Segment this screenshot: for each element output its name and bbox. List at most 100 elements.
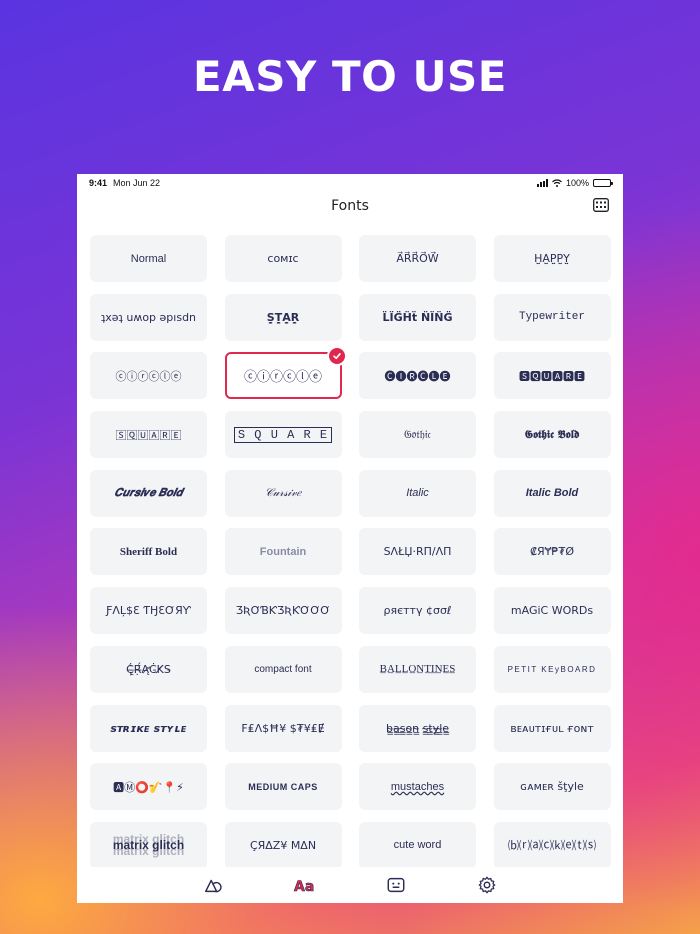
font-label: ⓒⓘⓡⓒⓛⓔ [115,369,182,383]
font-tile-circle-filled[interactable]: 🅒🅘🅡🅒🅛🅔 [359,352,476,400]
font-tile-saturn[interactable]: SΛŁЏ·RΠ/ΛΠ [359,528,476,576]
font-tile-brackets[interactable]: ⒝⒭⒜⒞⒦⒠⒯⒮ [493,821,611,869]
font-label: 🆂🆀🆄🅰🆁🅴 [519,369,585,383]
font-tile-cute-word[interactable]: cute word [359,821,476,869]
font-tile-italic[interactable]: Italic [359,469,476,517]
status-bar: 9:41 Mon Jun 22 100% [77,174,623,192]
svg-text:Aa: Aa [294,879,314,895]
font-tile-normal[interactable]: Normal [90,235,207,282]
font-tile-lightning[interactable]: L̈ÏG̈Ḧẗ N̈ÏN̈G̈ [359,293,476,341]
font-tile-flashy-style[interactable]: F₤Λ$Ħ¥ $₮¥₤Ɇ [224,704,342,752]
font-tile-star[interactable]: S̤̣T̤̣A̤̣R̤̣ [224,293,342,341]
tab-bar: Aa [77,867,623,903]
font-label: compact font [254,663,312,675]
font-tile-medium-caps[interactable]: MEDIUM CAPS [224,763,342,811]
font-tile-compact-font[interactable]: compact font [224,645,342,693]
font-label: ƷƦƠƁƘƷƦƘƠƠƠ [235,604,331,618]
font-tile-broken-wavy[interactable]: ƷƦƠƁƘƷƦƘƠƠƠ [224,587,342,635]
font-tile-square-outline-small[interactable]: 🅂🅀🅄🄰🅁🄴 [90,411,207,459]
font-label: ⒝⒭⒜⒞⒦⒠⒯⒮ [508,839,596,853]
font-tile-arrow[interactable]: A⃗R⃗R⃗O⃗W⃗ [359,235,476,282]
font-tile-gothic[interactable]: 𝔊𝔬𝔱𝔥𝔦𝔠 [359,411,476,459]
font-tile-crazy-man[interactable]: ÇЯΔZ¥ MΔN [224,821,342,869]
font-label: B̲A̲L̲L̲O̲N̲T̲I̲N̲E̲S̲ [379,663,456,676]
font-grid: Normal ᴄᴏᴍɪᴄ A⃗R⃗R⃗O⃗W⃗ H̤̮A̤̮P̤̮P̤̮Y̤̮ … [90,235,611,869]
font-label: 𝔊𝔬𝔱𝔥𝔦𝔠 [403,427,432,441]
font-tile-pretty-cool[interactable]: ρяєттү ¢σσℓ [359,587,476,635]
font-tile-fountain[interactable]: Fountain [224,528,342,576]
tab-settings[interactable] [476,874,498,896]
font-label: SΛŁЏ·RΠ/ΛΠ [383,545,452,559]
font-tile-emoji[interactable]: 🅰Ⓜ⭕🎷📍⚡ [90,763,207,811]
font-label: 🅰Ⓜ⭕🎷📍⚡ [113,780,184,794]
font-label: ƑΛĻ$Ɛ ƬӇƐƠЯƳ [106,604,191,618]
tab-keyboard[interactable] [385,874,407,896]
font-label: Normal [130,252,167,265]
font-tile-beautiful-font[interactable]: ʙᴇᴀᴜᴛɪғᴜʟ ғᴏɴᴛ [493,704,611,752]
font-label: 𝑪𝒖𝒓𝒔𝒊𝒗𝒆 𝑩𝒐𝒍𝒅 [114,486,183,499]
font-label: cute word [393,839,442,852]
font-label: ÇЯΔZ¥ MΔN [249,838,317,852]
font-tile-cursive-bold[interactable]: 𝑪𝒖𝒓𝒔𝒊𝒗𝒆 𝑩𝒐𝒍𝒅 [90,469,207,517]
font-label: Ċ̶̢̦̀Ṛ̶̈́Ą̷̛Ċ̵K̸S̵ [126,662,171,676]
shapes-icon [204,879,222,893]
fonts-aa-icon: Aa [294,879,315,896]
font-label: ᴄᴏᴍɪᴄ [267,252,299,265]
battery-percent: 100% [565,178,589,188]
font-label: ɢᴀᴍᴇʀ šţyle [520,780,584,794]
font-tile-gothic-bold[interactable]: 𝕲𝖔𝖙𝖍𝖎𝖈 𝕭𝖔𝖑𝖉 [493,411,611,459]
font-tile-circle-selected[interactable]: ⓒⓘⓡⓒⓛⓔ [224,346,347,400]
tab-fonts[interactable]: Aa [293,874,315,896]
wifi-icon [552,179,562,187]
status-indicators: 100% [536,178,613,188]
font-label: Italic [406,487,429,500]
font-tile-italic-bold[interactable]: Italic Bold [493,469,611,517]
keyboard-face-icon [387,877,405,893]
font-tile-comic[interactable]: ᴄᴏᴍɪᴄ [224,235,342,282]
font-label: H̤̮A̤̮P̤̮P̤̮Y̤̮ [534,252,570,265]
signal-icon [536,179,548,187]
font-label: matrix glitch [112,838,185,853]
font-tile-strike-style[interactable]: ꜱᴛʀɪᴋᴇ ꜱᴛʏʟᴇ [90,704,207,752]
font-label: 🅂🅀🅄🄰🅁🄴 [115,428,182,442]
font-label: 𝕲𝖔𝖙𝖍𝖎𝖈 𝕭𝖔𝖑𝖉 [524,427,580,441]
font-label: S̤̣T̤̣A̤̣R̤̣ [266,310,300,324]
font-label: Italic Bold [525,487,579,500]
headline: EASY TO USE [193,52,507,101]
font-tile-upside-down[interactable]: ʇxǝʇ uʍop ǝpısdn [90,293,207,341]
selected-check-icon [326,346,347,367]
font-label: b̴̳a̴̳s̴̳o̴̳n̴̳ s̴̳t̴̳y̴̳l̴̳e̴̳ [385,721,450,735]
font-label: 🅒🅘🅡🅒🅛🅔 [384,369,451,383]
font-tile-petit-keyboard[interactable]: PETIT KEyBOARD [493,645,611,693]
font-tile-bason-style[interactable]: b̴̳a̴̳s̴̳o̴̳n̴̳ s̴̳t̴̳y̴̳l̴̳e̴̳ [359,704,476,752]
font-tile-typewriter[interactable]: Typewriter [493,293,611,341]
font-tile-ballontines[interactable]: B̲A̲L̲L̲O̲N̲T̲I̲N̲E̲S̲ [359,645,476,693]
font-tile-circle-outline[interactable]: ⓒⓘⓡⓒⓛⓔ [90,352,207,400]
font-label: F₤Λ$Ħ¥ $₮¥₤Ɇ [241,721,325,735]
font-label: PETIT KEyBOARD [507,664,597,674]
font-tile-happy[interactable]: H̤̮A̤̮P̤̮P̤̮Y̤̮ [493,235,611,282]
tab-shapes[interactable] [202,874,224,896]
font-tile-magic-words[interactable]: mAGiC WORDs [493,587,611,635]
font-tile-square-filled[interactable]: 🆂🆀🆄🅰🆁🅴 [493,352,611,400]
font-tile-false-theory[interactable]: ƑΛĻ$Ɛ ƬӇƐƠЯƳ [90,587,207,635]
font-tile-crypto[interactable]: ₡ЯɎ₱₮Ø [493,528,611,576]
status-time: 9:41 [89,178,108,188]
font-label: ꜱᴛʀɪᴋᴇ ꜱᴛʏʟᴇ [110,721,187,735]
font-label: MEDIUM CAPS [248,781,318,792]
font-label: 𝒞𝓊𝓇𝓈𝒾𝓋𝑒 [264,486,302,499]
status-date: Mon Jun 22 [113,178,161,188]
font-tile-square-outline[interactable]: S Q U A R E [224,411,342,459]
font-tile-matrix-glitch[interactable]: matrix glitch [90,821,207,869]
battery-icon [593,179,613,187]
font-label: ʇxǝʇ uʍop ǝpısdn [100,310,197,324]
font-tile-cursive[interactable]: 𝒞𝓊𝓇𝓈𝒾𝓋𝑒 [224,469,342,517]
font-label: Fountain [259,545,307,558]
font-tile-mustaches[interactable]: mustaches [359,763,476,811]
font-label: ʙᴇᴀᴜᴛɪғᴜʟ ғᴏɴᴛ [510,721,594,735]
font-tile-gamer-style[interactable]: ɢᴀᴍᴇʀ šţyle [493,763,611,811]
font-tile-sheriff-bold[interactable]: Sheriff Bold [90,528,207,576]
font-label: Typewriter [518,311,585,324]
keyboard-grid-icon[interactable] [593,198,609,212]
font-tile-cracks[interactable]: Ċ̶̢̦̀Ṛ̶̈́Ą̷̛Ċ̵K̸S̵ [90,645,207,693]
